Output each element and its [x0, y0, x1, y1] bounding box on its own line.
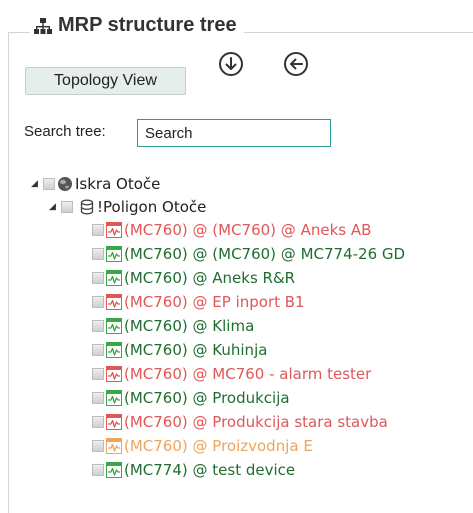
tree-device-row[interactable]: (MC760) @ Produkcija	[92, 387, 290, 409]
device-status-green-icon	[106, 246, 122, 262]
device-label[interactable]: (MC760) @ (MC760) @ Aneks AB	[124, 221, 371, 239]
globe-icon	[58, 177, 72, 191]
tree-node-root[interactable]: ◢ Iskra Otoče	[31, 173, 160, 195]
device-status-red-icon	[106, 366, 122, 382]
device-status-red-icon	[106, 294, 122, 310]
device-status-green-icon	[106, 462, 122, 478]
tree-device-row[interactable]: (MC760) @ Proizvodnja E	[92, 435, 313, 457]
panel-title: MRP structure tree	[30, 14, 244, 37]
collapse-triangle-icon[interactable]: ◢	[31, 179, 43, 189]
device-label[interactable]: (MC760) @ Produkcija	[124, 389, 290, 407]
device-checkbox[interactable]	[92, 368, 104, 380]
device-label[interactable]: (MC760) @ MC760 - alarm tester	[124, 365, 371, 383]
tree-device-row[interactable]: (MC760) @ Aneks R&R	[92, 267, 295, 289]
tree-device-row[interactable]: (MC760) @ (MC760) @ MC774-26 GD	[92, 243, 405, 265]
tree-device-row[interactable]: (MC760) @ Kuhinja	[92, 339, 267, 361]
device-checkbox[interactable]	[92, 464, 104, 476]
device-status-green-icon	[106, 318, 122, 334]
device-checkbox[interactable]	[92, 344, 104, 356]
device-label[interactable]: (MC760) @ (MC760) @ MC774-26 GD	[124, 245, 405, 263]
tree-device-row[interactable]: (MC760) @ Produkcija stara stavba	[92, 411, 388, 433]
device-status-red-icon	[106, 414, 122, 430]
device-status-green-icon	[106, 342, 122, 358]
device-label[interactable]: (MC760) @ Proizvodnja E	[124, 437, 313, 455]
panel-title-text: MRP structure tree	[58, 14, 237, 36]
device-label[interactable]: (MC760) @ EP inport B1	[124, 293, 305, 311]
device-status-green-icon	[106, 390, 122, 406]
device-checkbox[interactable]	[92, 440, 104, 452]
search-label: Search tree:	[24, 123, 106, 140]
node-checkbox[interactable]	[61, 201, 73, 213]
search-input[interactable]	[137, 119, 331, 147]
device-label[interactable]: (MC760) @ Produkcija stara stavba	[124, 413, 388, 431]
device-status-orange-icon	[106, 438, 122, 454]
device-checkbox[interactable]	[92, 272, 104, 284]
device-checkbox[interactable]	[92, 416, 104, 428]
tree-node-group[interactable]: ◢ !Poligon Otoče	[49, 196, 206, 218]
device-label[interactable]: (MC774) @ test device	[124, 461, 295, 479]
device-label[interactable]: (MC760) @ Kuhinja	[124, 341, 267, 359]
arrow-down-circle-icon[interactable]	[218, 51, 244, 77]
tree-device-row[interactable]: (MC774) @ test device	[92, 459, 295, 481]
topology-view-button[interactable]: Topology View	[25, 67, 186, 95]
tree-device-row[interactable]: (MC760) @ MC760 - alarm tester	[92, 363, 371, 385]
collapse-triangle-icon[interactable]: ◢	[49, 202, 61, 212]
tree-node-label[interactable]: !Poligon Otoče	[97, 198, 206, 216]
device-checkbox[interactable]	[92, 296, 104, 308]
device-status-red-icon	[106, 222, 122, 238]
node-checkbox[interactable]	[43, 178, 55, 190]
tree-device-row[interactable]: (MC760) @ Klima	[92, 315, 254, 337]
device-status-green-icon	[106, 270, 122, 286]
device-label[interactable]: (MC760) @ Aneks R&R	[124, 269, 295, 287]
device-checkbox[interactable]	[92, 248, 104, 260]
device-label[interactable]: (MC760) @ Klima	[124, 317, 254, 335]
tree-device-row[interactable]: (MC760) @ EP inport B1	[92, 291, 305, 313]
device-checkbox[interactable]	[92, 392, 104, 404]
device-checkbox[interactable]	[92, 320, 104, 332]
cylinder-icon	[80, 199, 94, 215]
tree-device-row[interactable]: (MC760) @ (MC760) @ Aneks AB	[92, 219, 371, 241]
arrow-left-circle-icon[interactable]	[283, 51, 309, 77]
hierarchy-icon	[34, 17, 52, 34]
tree-node-label[interactable]: Iskra Otoče	[75, 175, 160, 193]
device-checkbox[interactable]	[92, 224, 104, 236]
